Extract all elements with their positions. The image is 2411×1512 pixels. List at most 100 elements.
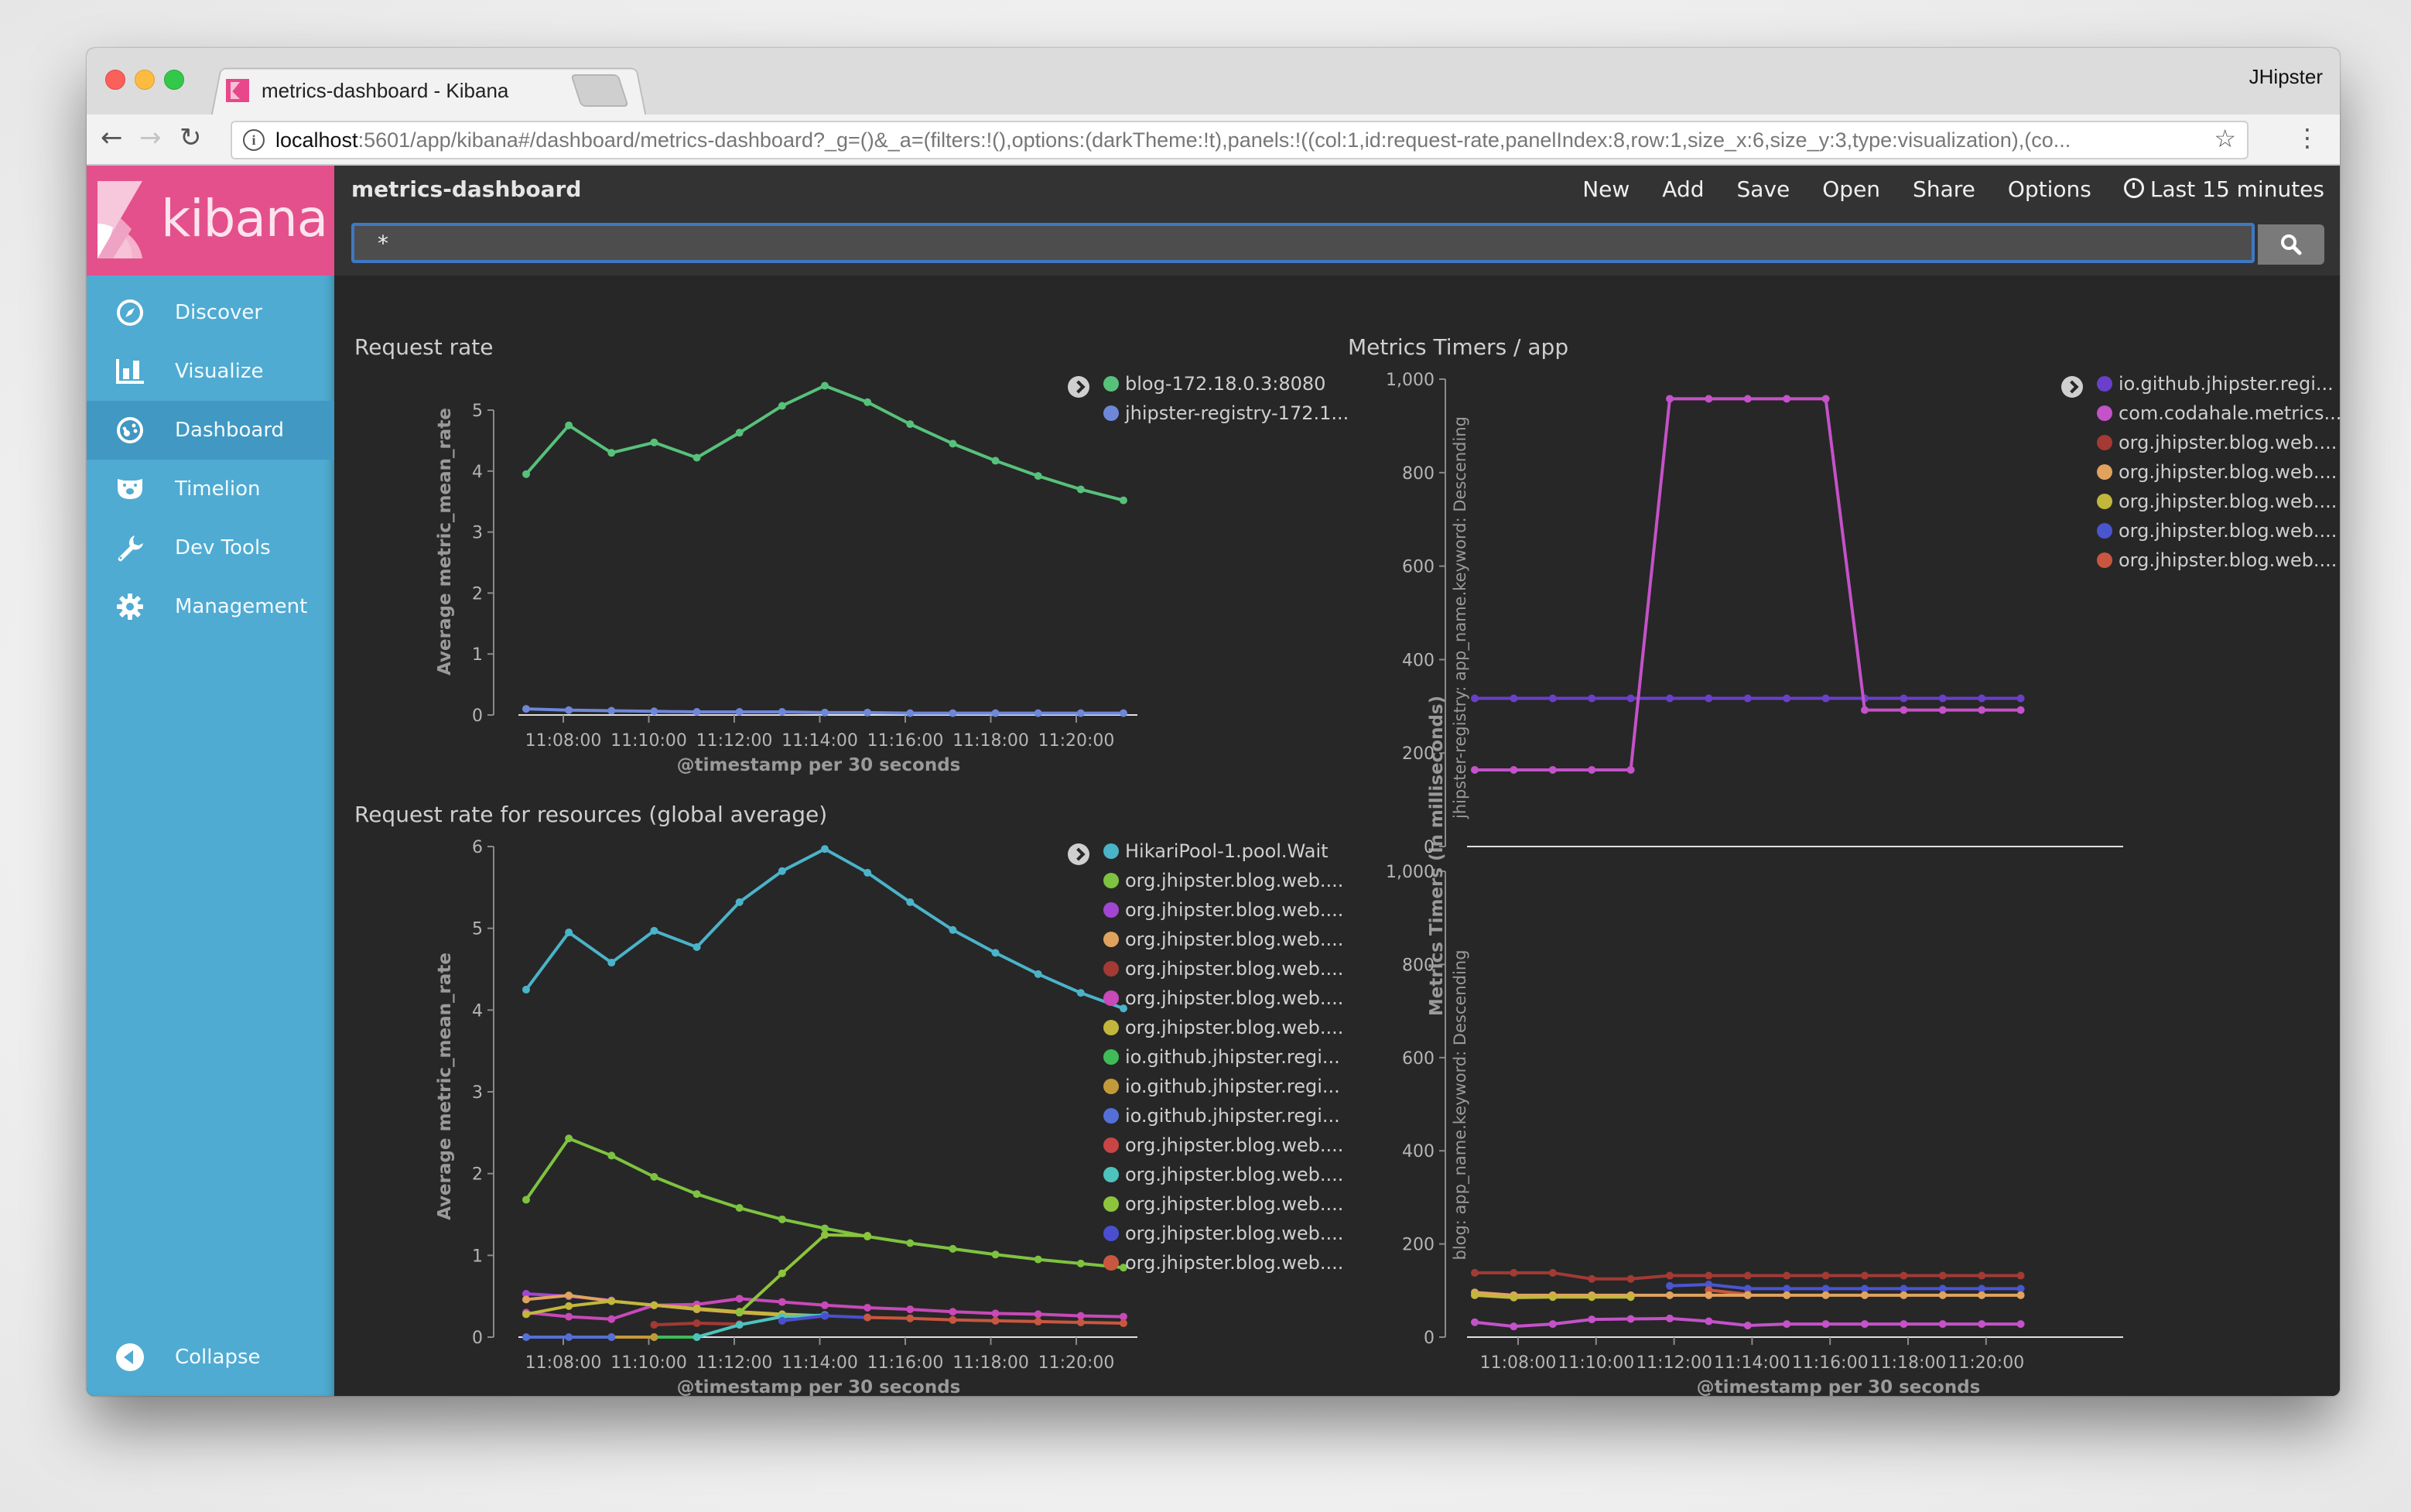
legend-item[interactable]: com.codahale.metrics...: [2097, 402, 2340, 424]
x-tick-label: 11:08:00: [525, 731, 602, 751]
y-tick-label: 1: [472, 1247, 483, 1266]
legend-color-dot: [1103, 1108, 1119, 1124]
resources-series-point: [607, 1297, 616, 1305]
legend-toggle-icon[interactable]: [1068, 376, 1089, 398]
resources-series-point: [522, 1196, 530, 1204]
legend-item[interactable]: org.jhipster.blog.web....: [1103, 929, 1343, 950]
legend-item[interactable]: org.jhipster.blog.web....: [1103, 1223, 1343, 1244]
legend-item[interactable]: org.jhipster.blog.web....: [1103, 1017, 1343, 1038]
timers-registry-series-point: [1783, 694, 1791, 703]
legend-item[interactable]: io.github.jhipster.regi...: [1103, 1076, 1340, 1097]
arrow-right-icon[interactable]: →: [139, 122, 162, 153]
legend-item[interactable]: org.jhipster.blog.web....: [2097, 549, 2337, 571]
legend-item[interactable]: org.jhipster.blog.web....: [1103, 899, 1343, 921]
legend-item[interactable]: io.github.jhipster.regi...: [1103, 1105, 1340, 1127]
y-tick-label: 600: [1402, 1049, 1435, 1069]
timers-blog-series-point: [1705, 1271, 1713, 1280]
legend-item[interactable]: org.jhipster.blog.web....: [2097, 432, 2337, 453]
legend-label: org.jhipster.blog.web....: [1125, 1134, 1344, 1156]
minimize-window-button[interactable]: [135, 70, 155, 90]
legend-item[interactable]: org.jhipster.blog.web....: [2097, 491, 2337, 512]
legend-item[interactable]: blog-172.18.0.3:8080: [1103, 373, 1325, 395]
browser-profile-name[interactable]: JHipster: [2249, 65, 2323, 89]
legend-item[interactable]: org.jhipster.blog.web....: [2097, 461, 2337, 483]
timers-registry-series-point: [1666, 694, 1674, 703]
resources-series-point: [864, 1303, 872, 1312]
timers-blog-series-point: [1900, 1271, 1908, 1280]
resources-series-point: [607, 1315, 616, 1323]
legend-color-dot: [1103, 1196, 1119, 1212]
resources-series-point: [949, 1244, 957, 1253]
x-tick-label: 11:08:00: [525, 1353, 602, 1373]
timers-registry-series-line: [1475, 397, 2021, 771]
legend-item[interactable]: org.jhipster.blog.web....: [1103, 1164, 1343, 1185]
timers-blog-series-point: [1588, 1274, 1596, 1283]
star-icon[interactable]: ☆: [2214, 124, 2236, 153]
x-tick-label: 11:12:00: [1636, 1353, 1712, 1373]
request-rate-series-point: [1076, 709, 1085, 717]
resources-series-point: [991, 949, 1000, 957]
request-rate-series-point: [864, 708, 872, 717]
legend-item[interactable]: org.jhipster.blog.web....: [1103, 958, 1343, 980]
y-tick-label: 0: [472, 1329, 483, 1348]
timers-blog-series-point: [1471, 1268, 1479, 1277]
resources-series-point: [778, 1269, 786, 1278]
resources-series-point: [522, 1310, 530, 1319]
legend-label: org.jhipster.blog.web....: [1125, 1252, 1344, 1274]
legend-color-dot: [1103, 1255, 1119, 1271]
legend-item[interactable]: io.github.jhipster.regi...: [2097, 373, 2334, 395]
timers-blog-series-point: [1938, 1271, 1947, 1280]
timers-blog-series-point: [1938, 1291, 1947, 1299]
timers-blog-series-point: [1861, 1320, 1869, 1329]
timers-blog-series-point: [1783, 1320, 1791, 1329]
timers-blog-series-point: [1666, 1281, 1674, 1290]
arrow-left-icon[interactable]: ←: [101, 122, 123, 153]
legend-toggle-icon[interactable]: [1068, 843, 1089, 865]
legend-item[interactable]: org.jhipster.blog.web....: [1103, 1193, 1343, 1215]
legend-label: org.jhipster.blog.web....: [1125, 1193, 1344, 1215]
legend-item[interactable]: org.jhipster.blog.web....: [1103, 987, 1343, 1009]
legend-color-dot: [1103, 1020, 1119, 1035]
legend-label: org.jhipster.blog.web....: [2119, 549, 2337, 571]
y-tick-label: 200: [1402, 1236, 1435, 1255]
timers-registry-series-point: [1548, 694, 1557, 703]
kebab-menu-icon[interactable]: ⋮: [2295, 124, 2320, 152]
x-axis-title: @timestamp per 30 seconds: [677, 755, 961, 775]
legend-item[interactable]: jhipster-registry-172.1...: [1103, 402, 1349, 424]
legend-label: org.jhipster.blog.web....: [1125, 1017, 1344, 1038]
tab-title: metrics-dashboard - Kibana: [262, 78, 509, 102]
resources-series-point: [906, 898, 915, 906]
legend-item[interactable]: io.github.jhipster.regi...: [1103, 1046, 1340, 1068]
resources-series-point: [864, 1313, 872, 1322]
url-text[interactable]: localhost:5601/app/kibana#/dashboard/met…: [275, 128, 2210, 152]
legend-item[interactable]: org.jhipster.blog.web....: [1103, 1134, 1343, 1156]
legend-item[interactable]: HikariPool-1.pool.Wait: [1103, 840, 1329, 862]
new-tab-button[interactable]: [570, 74, 629, 107]
resources-series-point: [820, 845, 829, 853]
request-rate-series-point: [1034, 709, 1042, 717]
legend-item[interactable]: org.jhipster.blog.web....: [1103, 1252, 1343, 1274]
request-rate-series-point: [778, 708, 786, 717]
resources-series-point: [820, 1301, 829, 1309]
x-tick-label: 11:10:00: [610, 731, 687, 751]
legend-toggle-icon[interactable]: [2061, 376, 2083, 398]
x-tick-label: 11:14:00: [781, 731, 858, 751]
maximize-window-button[interactable]: [164, 70, 184, 90]
legend-color-dot: [2097, 376, 2112, 392]
url-host: localhost: [275, 128, 358, 152]
timers-blog-series-point: [1938, 1320, 1947, 1329]
close-window-button[interactable]: [105, 70, 125, 90]
address-bar[interactable]: i localhost:5601/app/kibana#/dashboard/m…: [231, 121, 2249, 159]
legend-item[interactable]: org.jhipster.blog.web....: [1103, 870, 1343, 891]
resources-series-point: [906, 1305, 915, 1314]
resources-series-point: [650, 926, 658, 935]
legend-item[interactable]: org.jhipster.blog.web....: [2097, 520, 2337, 542]
legend-color-dot: [1103, 873, 1119, 888]
reload-icon[interactable]: ↻: [180, 122, 202, 153]
info-icon[interactable]: i: [243, 129, 265, 151]
timers-blog-series-point: [1821, 1271, 1830, 1280]
resources-series-point: [735, 1204, 744, 1213]
legend-color-dot: [2097, 405, 2112, 421]
legend-label: org.jhipster.blog.web....: [1125, 1164, 1344, 1185]
resources-series-point: [693, 1319, 701, 1328]
